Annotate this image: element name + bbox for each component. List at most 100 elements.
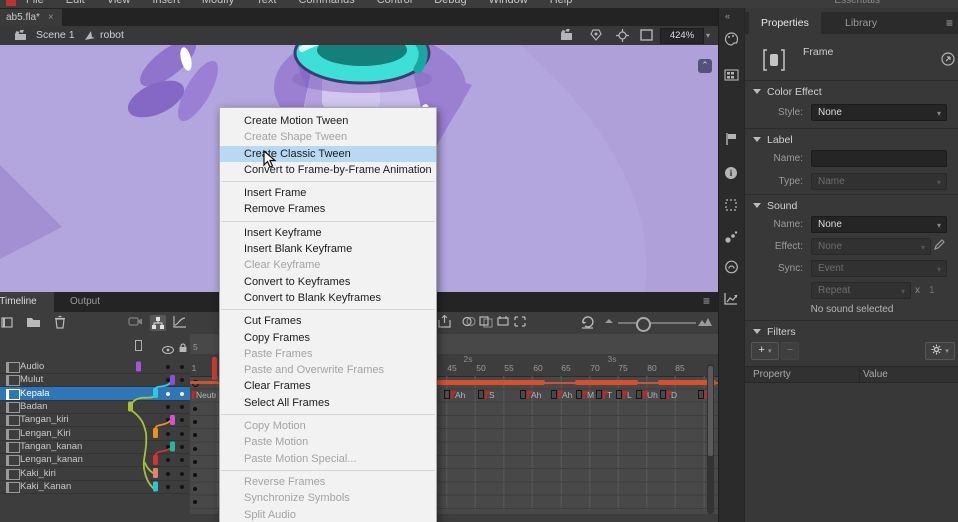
modify-markers-icon[interactable] bbox=[513, 315, 529, 331]
transform-icon[interactable] bbox=[724, 198, 740, 214]
particles-icon[interactable] bbox=[724, 230, 740, 246]
filter-options-button[interactable]: ▾ bbox=[925, 342, 955, 360]
menu-text[interactable]: Text bbox=[256, 0, 276, 6]
label-name-input[interactable] bbox=[811, 150, 947, 167]
menu-control[interactable]: Control bbox=[377, 0, 412, 6]
align-flag-icon[interactable] bbox=[724, 132, 740, 148]
creative-cloud-icon[interactable] bbox=[724, 260, 740, 276]
menu-item-clear-frames[interactable]: Clear Frames bbox=[220, 378, 436, 394]
menu-commands[interactable]: Commands bbox=[298, 0, 354, 6]
menu-item-insert-blank-keyframe[interactable]: Insert Blank Keyframe bbox=[220, 241, 436, 257]
style-label: Style: bbox=[745, 107, 803, 118]
loop-icon[interactable] bbox=[580, 315, 596, 331]
onion-skin-outline-icon[interactable] bbox=[479, 315, 495, 331]
close-tab-icon[interactable]: × bbox=[48, 12, 54, 23]
section-label[interactable]: Label bbox=[753, 134, 793, 146]
swatches-icon[interactable] bbox=[724, 68, 740, 84]
frame-object-icon bbox=[763, 48, 785, 75]
ruler-number: 70 bbox=[585, 363, 605, 373]
new-layer-icon[interactable] bbox=[0, 315, 16, 331]
repeat-count-value[interactable]: 1 bbox=[929, 285, 935, 296]
menu-item-convert-frame-by-frame[interactable]: Convert to Frame-by-Frame Animation › bbox=[220, 162, 436, 178]
zoom-out-frames-icon[interactable] bbox=[603, 315, 619, 331]
layer-parenting-icon[interactable] bbox=[150, 315, 166, 331]
frame-zoom-slider-knob[interactable] bbox=[636, 317, 651, 332]
layer-icon bbox=[6, 375, 20, 386]
menu-separator bbox=[221, 309, 435, 310]
menu-item-create-classic-tween[interactable]: Create Classic Tween bbox=[220, 146, 436, 162]
keyframe-dot bbox=[193, 433, 197, 437]
workspace-switcher[interactable]: Essentials bbox=[834, 0, 880, 6]
style-dropdown[interactable]: None▾ bbox=[811, 104, 947, 121]
new-folder-icon[interactable] bbox=[26, 315, 42, 331]
menu-item-insert-keyframe[interactable]: Insert Keyframe bbox=[220, 225, 436, 241]
tab-timeline[interactable]: Timeline bbox=[0, 292, 54, 312]
frames-vertical-scrollbar[interactable] bbox=[707, 364, 714, 514]
info-icon[interactable]: i bbox=[724, 166, 740, 182]
zoom-in-frames-icon[interactable] bbox=[697, 315, 713, 331]
menu-item-insert-frame[interactable]: Insert Frame bbox=[220, 185, 436, 201]
remove-filter-button: − bbox=[781, 342, 799, 360]
menu-item-select-all-frames[interactable]: Select All Frames bbox=[220, 395, 436, 411]
zoom-dropdown-icon[interactable]: ▾ bbox=[706, 31, 710, 40]
menu-file[interactable]: File bbox=[26, 0, 44, 6]
test-movie-icon[interactable] bbox=[560, 29, 574, 44]
section-sound[interactable]: Sound bbox=[753, 200, 797, 212]
visibility-column-icon[interactable] bbox=[162, 341, 174, 359]
clapperboard-icon[interactable] bbox=[14, 30, 27, 44]
add-filter-button[interactable]: + ▾ bbox=[751, 342, 779, 360]
edit-sound-pencil-icon[interactable] bbox=[933, 238, 946, 254]
symbol-edit-icon[interactable] bbox=[590, 29, 603, 44]
menu-item-copy-frames[interactable]: Copy Frames bbox=[220, 330, 436, 346]
edit-multiple-frames-icon[interactable] bbox=[496, 315, 512, 331]
menu-insert[interactable]: Insert bbox=[152, 0, 180, 6]
menu-edit[interactable]: Edit bbox=[66, 0, 85, 6]
breadcrumb-scene[interactable]: Scene 1 bbox=[36, 29, 75, 41]
menu-window[interactable]: Window bbox=[489, 0, 528, 6]
properties-tabbar: Properties Library ≡ bbox=[745, 12, 958, 34]
scrollbar-thumb[interactable] bbox=[708, 366, 713, 456]
menu-debug[interactable]: Debug bbox=[434, 0, 466, 6]
stage-scroll-up-icon[interactable]: ⌃ bbox=[698, 59, 712, 73]
menu-item-remove-frames[interactable]: Remove Frames bbox=[220, 201, 436, 217]
tab-library[interactable]: Library bbox=[833, 12, 889, 34]
collapse-panels-icon[interactable]: « bbox=[725, 11, 730, 21]
onion-skin-icon[interactable] bbox=[462, 315, 478, 331]
export-frames-icon[interactable] bbox=[437, 315, 453, 331]
sound-name-dropdown[interactable]: None▾ bbox=[811, 216, 947, 233]
menu-item-cut-frames[interactable]: Cut Frames bbox=[220, 313, 436, 329]
tab-output[interactable]: Output bbox=[60, 292, 110, 312]
breadcrumb-symbol[interactable]: robot bbox=[100, 29, 124, 41]
center-stage-icon[interactable] bbox=[616, 29, 629, 45]
section-filters[interactable]: Filters bbox=[753, 326, 796, 338]
history-chart-icon[interactable] bbox=[724, 292, 740, 308]
tab-properties[interactable]: Properties bbox=[749, 12, 821, 34]
menu-view[interactable]: View bbox=[107, 0, 131, 6]
menu-item-create-motion-tween[interactable]: Create Motion Tween bbox=[220, 113, 436, 129]
menu-modify[interactable]: Modify bbox=[202, 0, 234, 6]
graph-editor-icon[interactable] bbox=[172, 315, 188, 331]
column-divider[interactable] bbox=[859, 367, 860, 382]
menu-help[interactable]: Help bbox=[550, 0, 573, 6]
section-color-effect[interactable]: Color Effect bbox=[753, 86, 822, 98]
lock-column-icon[interactable] bbox=[178, 340, 188, 358]
playhead[interactable] bbox=[212, 357, 217, 380]
layer-name: Badan bbox=[20, 400, 47, 413]
section-divider bbox=[745, 194, 958, 195]
menu-item-convert-to-keyframes[interactable]: Convert to Keyframes bbox=[220, 274, 436, 290]
clip-content-icon[interactable] bbox=[640, 29, 653, 44]
properties-panel-menu-icon[interactable]: ≡ bbox=[946, 16, 953, 30]
ruler-number: 65 bbox=[556, 363, 576, 373]
color-palette-icon[interactable] bbox=[724, 32, 740, 48]
pin-properties-icon[interactable] bbox=[941, 52, 955, 69]
camera-icon[interactable] bbox=[128, 315, 144, 331]
document-tab[interactable]: ab5.fla*× bbox=[0, 9, 62, 26]
chevron-down-icon bbox=[753, 89, 761, 94]
properties-panel: Properties Library ≡ Frame Color Effect … bbox=[744, 8, 958, 522]
zoom-level-field[interactable]: 424% bbox=[660, 28, 704, 44]
delete-layer-icon[interactable] bbox=[54, 315, 70, 331]
chevron-down-icon: ▾ bbox=[937, 106, 941, 121]
frame-zoom-slider-track[interactable] bbox=[618, 322, 696, 324]
timeline-panel-menu-icon[interactable]: ≡ bbox=[703, 294, 710, 308]
menu-item-convert-to-blank-keyframes[interactable]: Convert to Blank Keyframes bbox=[220, 290, 436, 306]
